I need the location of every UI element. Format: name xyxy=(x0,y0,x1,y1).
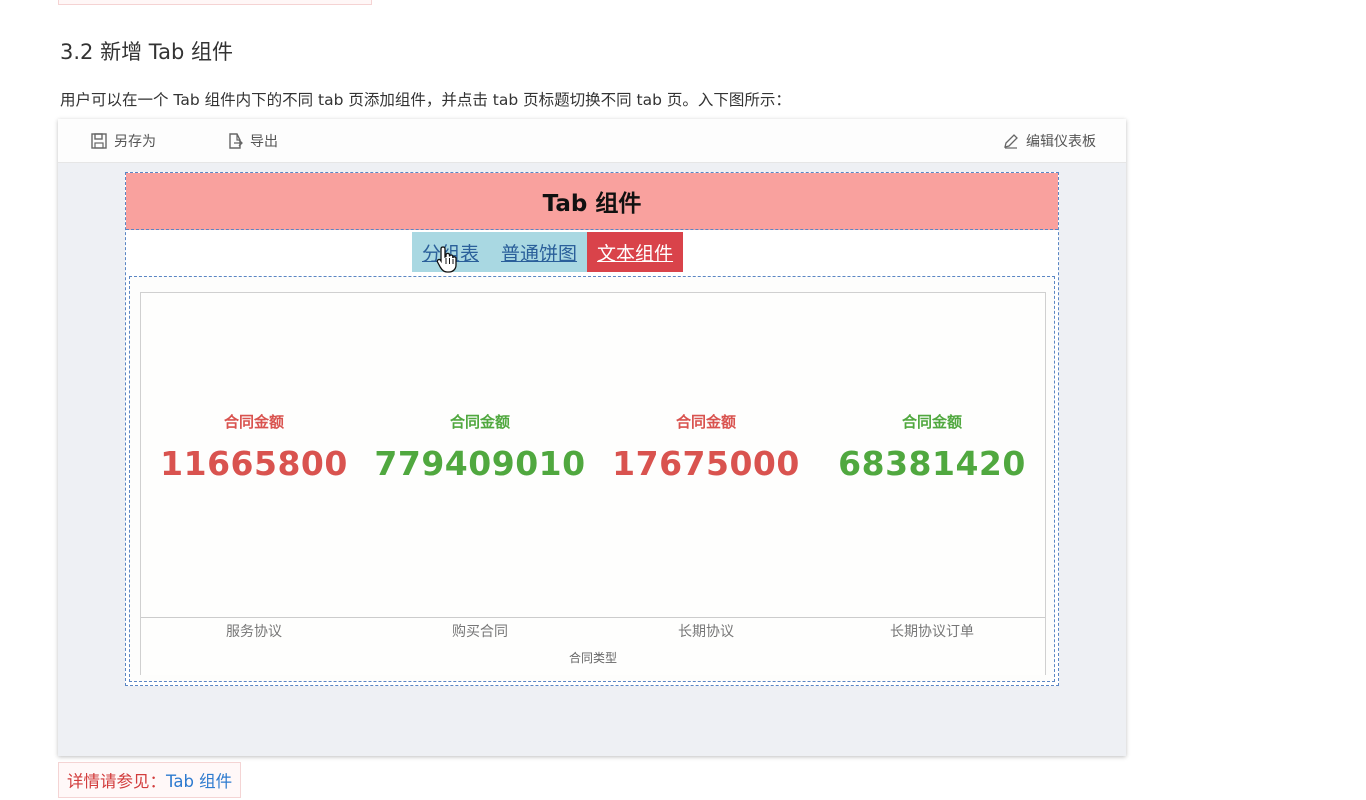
metric-purchase-contract: 合同金额 779409010 xyxy=(367,411,593,483)
pencil-icon xyxy=(1004,134,1018,149)
category-label: 购买合同 xyxy=(452,624,508,640)
dashboard-toolbar: 另存为 导出 编辑仪表板 xyxy=(58,119,1126,163)
export-button[interactable]: 导出 xyxy=(226,131,278,151)
text-widget-panel: 合同金额 11665800 合同金额 779409010 合同金额 176750… xyxy=(140,292,1046,675)
metric-service-agreement: 合同金额 11665800 xyxy=(141,411,367,483)
edit-dashboard-label: 编辑仪表板 xyxy=(1026,134,1096,150)
metric-value: 17675000 xyxy=(612,444,800,483)
tab-content-area: 合同金额 11665800 合同金额 779409010 合同金额 176750… xyxy=(129,276,1055,682)
save-as-label: 另存为 xyxy=(114,134,156,150)
metric-label: 合同金额 xyxy=(223,413,284,431)
tab-component: Tab 组件 分组表 普通饼图 文本组件 合同金额 11665800 合同金额 … xyxy=(125,172,1059,686)
hand-cursor-icon xyxy=(436,246,457,273)
category-label: 服务协议 xyxy=(226,624,282,640)
previous-note-box xyxy=(58,0,372,5)
metric-value: 68381420 xyxy=(838,444,1026,483)
metric-label: 合同金额 xyxy=(901,413,962,431)
metric-value: 11665800 xyxy=(160,444,348,483)
tab-component-link[interactable]: Tab 组件 xyxy=(166,768,232,792)
save-as-button[interactable]: 另存为 xyxy=(90,131,156,151)
reference-prefix: 详情请参见： xyxy=(67,772,166,791)
save-icon xyxy=(91,133,107,149)
section-heading: 3.2 新增 Tab 组件 xyxy=(60,40,233,64)
category-label: 长期协议订单 xyxy=(890,624,974,640)
dashboard-screenshot: 另存为 导出 编辑仪表板 Tab 组件 分组表 普通饼图 文本组件 合同金额 1… xyxy=(58,119,1126,756)
tab-pie-chart[interactable]: 普通饼图 xyxy=(501,232,577,272)
tab-component-title: Tab 组件 xyxy=(126,173,1058,230)
category-axis-line xyxy=(141,617,1045,618)
export-label: 导出 xyxy=(250,134,278,150)
metric-value: 779409010 xyxy=(374,444,586,483)
intro-paragraph: 用户可以在一个 Tab 组件内下的不同 tab 页添加组件，并点击 tab 页标… xyxy=(60,91,791,109)
metric-label: 合同金额 xyxy=(675,413,736,431)
metric-long-term-order: 合同金额 68381420 xyxy=(819,411,1045,483)
export-icon xyxy=(229,133,243,149)
metric-long-term-agreement: 合同金额 17675000 xyxy=(593,411,819,483)
tab-text-widget[interactable]: 文本组件 xyxy=(587,232,684,272)
edit-dashboard-button[interactable]: 编辑仪表板 xyxy=(1002,131,1096,151)
category-axis-title: 合同类型 xyxy=(568,651,617,665)
reference-note: 详情请参见： Tab 组件 xyxy=(58,762,242,798)
metric-label: 合同金额 xyxy=(449,413,510,431)
category-label: 长期协议 xyxy=(678,624,734,640)
